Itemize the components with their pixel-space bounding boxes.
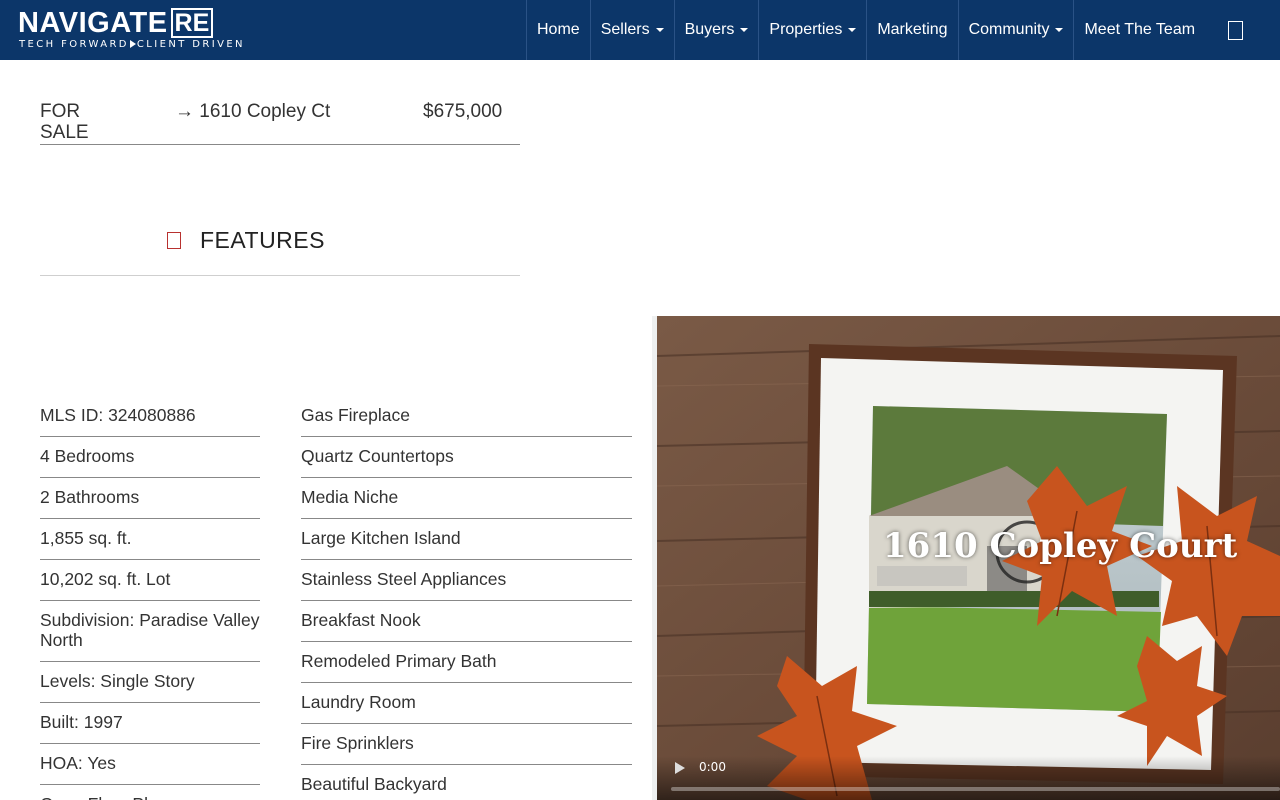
caret-down-icon (1055, 28, 1064, 32)
features-title: FEATURES (200, 227, 325, 253)
nav-properties[interactable]: Properties (758, 0, 866, 60)
logo-name: NAVIGATE (18, 7, 168, 39)
caret-down-icon (740, 28, 749, 32)
nav-label: Sellers (600, 21, 650, 38)
nav-sellers[interactable]: Sellers (589, 0, 674, 60)
listing-price: $675,000 (423, 101, 503, 122)
nav-marketing[interactable]: Marketing (866, 0, 957, 60)
property-video[interactable]: 1610 Copley Court 0:00 (657, 316, 1280, 800)
video-progress-bar[interactable] (671, 787, 1280, 791)
nav-label: Properties (769, 21, 843, 38)
nav-home[interactable]: Home (526, 0, 590, 60)
nav-label: Marketing (877, 21, 948, 38)
nav-phone-button[interactable] (1214, 0, 1256, 60)
video-time: 0:00 (699, 760, 726, 774)
detail-item: 4 Bedrooms (40, 437, 260, 478)
amenity-item: Breakfast Nook (301, 601, 632, 642)
detail-item: MLS ID: 324080886 (40, 396, 260, 437)
detail-item: 10,202 sq. ft. Lot (40, 560, 260, 601)
amenity-item: Stainless Steel Appliances (301, 560, 632, 601)
detail-item: Subdivision: Paradise Valley North (40, 601, 260, 662)
logo-tagline: TECH FORWARD CLIENT DRIVEN (19, 39, 245, 50)
amenity-item: Remodeled Primary Bath (301, 642, 632, 683)
nav-label: Community (968, 21, 1050, 38)
detail-item: HOA: Yes (40, 744, 260, 785)
play-triangle-icon (129, 40, 136, 48)
amenity-item: Laundry Room (301, 683, 632, 724)
listing-status: FOR SALE (40, 101, 89, 143)
tagline-left: TECH FORWARD (19, 39, 129, 50)
document-icon (167, 232, 181, 249)
tagline-right: CLIENT DRIVEN (136, 39, 245, 50)
video-caption: 1610 Copley Court (883, 526, 1238, 566)
detail-item: Open Floor Plan (40, 785, 260, 800)
amenity-item: Quartz Countertops (301, 437, 632, 478)
detail-item: Built: 1997 (40, 703, 260, 744)
features-heading: FEATURES (40, 226, 520, 276)
phone-icon (1227, 20, 1243, 40)
logo-wordmark: NAVIGATE RE (18, 7, 214, 39)
amenity-item: Gas Fireplace (301, 396, 632, 437)
main-nav: Home Sellers Buyers Properties Marketing… (526, 0, 1205, 60)
nav-label: Buyers (684, 21, 735, 38)
top-navbar: NAVIGATE RE TECH FORWARD CLIENT DRIVEN Ho… (0, 0, 1280, 60)
amenity-item: Fire Sprinklers (301, 724, 632, 765)
amenity-item: Media Niche (301, 478, 632, 519)
detail-item: Levels: Single Story (40, 662, 260, 703)
listing-header: FOR SALE → 1610 Copley Ct $675,000 (40, 99, 520, 145)
amenity-item: Large Kitchen Island (301, 519, 632, 560)
nav-label: Home (537, 21, 580, 38)
amenities-list: Gas Fireplace Quartz Countertops Media N… (301, 396, 632, 800)
property-details-list: MLS ID: 324080886 4 Bedrooms 2 Bathrooms… (40, 396, 260, 800)
detail-item: 2 Bathrooms (40, 478, 260, 519)
logo-suffix: RE (170, 8, 214, 38)
amenity-item: Beautiful Backyard (301, 765, 632, 800)
nav-community[interactable]: Community (957, 0, 1074, 60)
play-icon[interactable] (675, 762, 685, 774)
nav-buyers[interactable]: Buyers (673, 0, 759, 60)
nav-meet-the-team[interactable]: Meet The Team (1073, 0, 1205, 60)
caret-down-icon (848, 28, 857, 32)
brand-logo[interactable]: NAVIGATE RE TECH FORWARD CLIENT DRIVEN (18, 8, 248, 52)
listing-address-link[interactable]: → 1610 Copley Ct (175, 101, 330, 122)
caret-down-icon (655, 28, 664, 32)
video-controls: 0:00 (657, 756, 1280, 800)
nav-label: Meet The Team (1084, 21, 1196, 38)
detail-item: 1,855 sq. ft. (40, 519, 260, 560)
